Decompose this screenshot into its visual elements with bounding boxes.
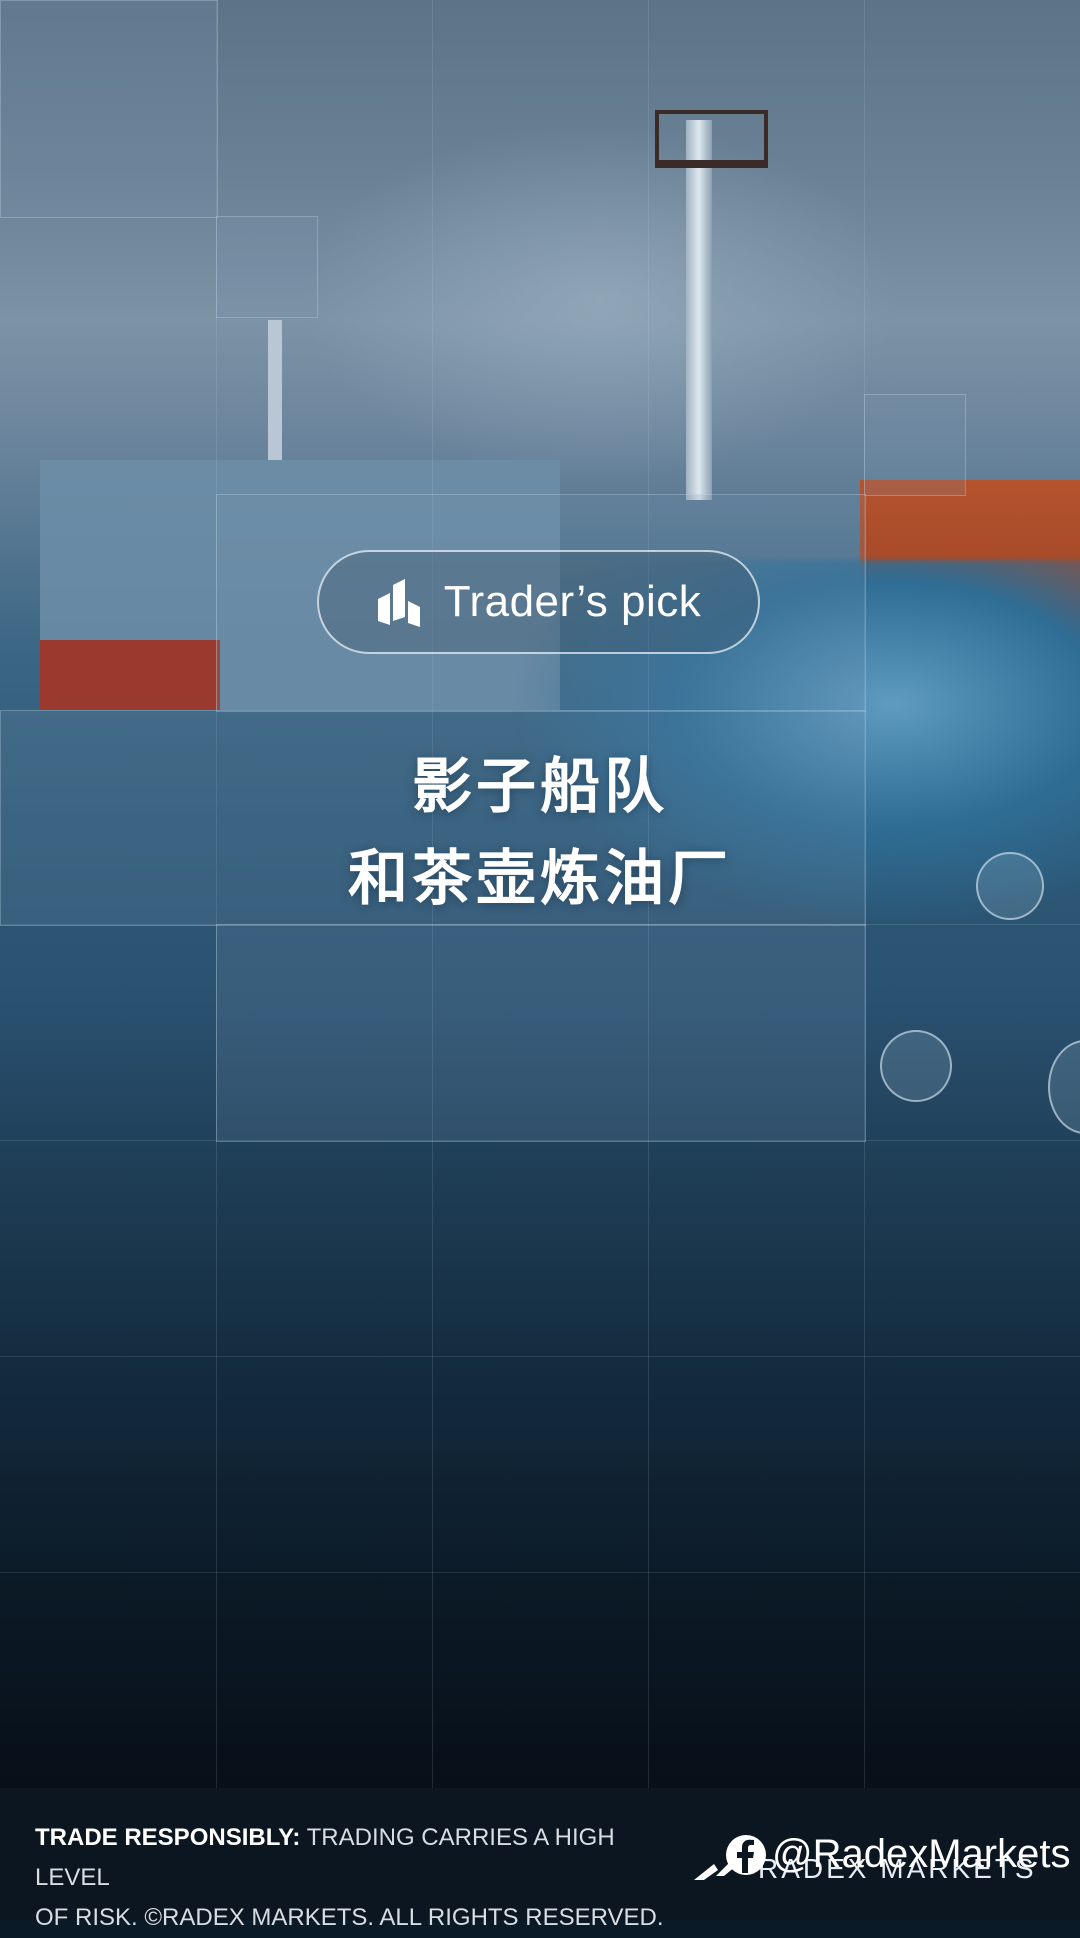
bar-chart-icon [377,579,420,627]
glass-tile [864,394,966,496]
social-handle-text: @RadexMarkets [772,1832,1071,1876]
facebook-icon [726,1834,766,1875]
grid-line [0,1356,1080,1357]
sky-glow [300,120,900,480]
ship-tower [686,120,712,500]
water-droplet [1048,1040,1080,1134]
traders-pick-badge: Trader’s pick [317,550,760,654]
grid-line [0,1572,1080,1573]
disclaimer-bold: TRADE RESPONSIBLY: [35,1824,301,1851]
ship-hull-left [40,640,220,710]
water-droplet [880,1030,952,1102]
ship-mast [268,320,282,460]
risk-disclaimer: TRADE RESPONSIBLY: TRADING CARRIES A HIG… [35,1818,675,1938]
glass-tile [216,924,866,1142]
headline-line-2: 和茶壶炼油厂 [348,844,732,914]
disclaimer-line-2: OF RISK. ©RADEX MARKETS. ALL RIGHTS RESE… [35,1904,664,1931]
glass-tile [0,0,218,218]
badge-label: Trader’s pick [443,577,702,626]
glass-tile [216,216,318,318]
social-handle[interactable]: @RadexMarkets [724,1832,1070,1877]
headline-line-1: 影子船队 [412,752,668,822]
tower-platform [655,110,768,168]
